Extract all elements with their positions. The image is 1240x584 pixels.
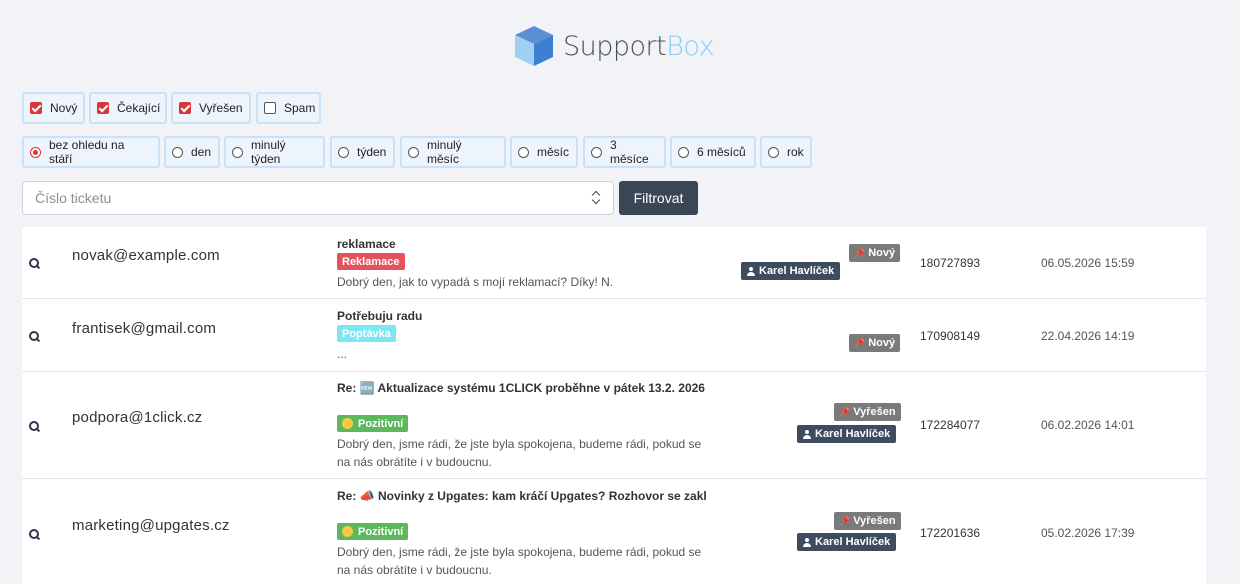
- ticket-email: novak@example.com: [72, 247, 220, 264]
- filter-label: den: [191, 145, 212, 159]
- user-icon: [803, 429, 811, 439]
- ticket-tag: Reklamace: [337, 253, 405, 270]
- radio-icon[interactable]: [591, 146, 602, 158]
- filter-age-minuly-mesic[interactable]: minulý měsíc: [400, 136, 506, 168]
- filter-label: 3 měsíce: [610, 138, 649, 166]
- ticket-tag: Pozitivní: [337, 523, 409, 540]
- ticket-row[interactable]: frantisek@gmail.com Potřebuju radu Poptá…: [22, 299, 1206, 372]
- agent-badge: Karel Havlíček: [741, 262, 841, 280]
- status-badge: 📌 Vyřešen: [834, 403, 901, 421]
- logo: SupportBox: [513, 24, 715, 68]
- ticket-subject[interactable]: Re: 🆕 Aktualizace systému 1CLICK proběhn…: [337, 380, 707, 397]
- stepper-icon[interactable]: [591, 190, 601, 206]
- radio-icon[interactable]: [232, 146, 243, 158]
- ticket-tag: Poptávka: [337, 325, 396, 342]
- ticket-preview: ...: [337, 347, 348, 361]
- checkbox-icon[interactable]: [179, 102, 191, 114]
- filter-age-minuly-tyden[interactable]: minulý týden: [224, 136, 325, 168]
- ticket-preview: Dobrý den, jsme rádi, že jste byla spoko…: [337, 545, 702, 577]
- brand-name: SupportBox: [563, 30, 715, 62]
- status-badge: 📌 Nový: [849, 334, 901, 352]
- filter-age-rok[interactable]: rok: [760, 136, 812, 168]
- ticket-number-input[interactable]: [35, 190, 591, 206]
- filter-label: bez ohledu na stáří: [49, 138, 125, 166]
- ticket-number: 172201636: [920, 526, 981, 540]
- radio-icon[interactable]: [678, 146, 689, 158]
- ticket-date: 06.02.2026 14:01: [1041, 418, 1135, 432]
- ticket-email: podpora@1click.cz: [72, 409, 203, 426]
- filter-status-spam[interactable]: Spam: [256, 92, 321, 124]
- radio-icon[interactable]: [408, 146, 419, 158]
- filter-label: minulý měsíc: [427, 138, 462, 166]
- pin-icon: 📌: [839, 515, 851, 526]
- status-badge: 📌 Nový: [849, 244, 901, 262]
- ticket-number: 170908149: [920, 329, 981, 343]
- ticket-tag: Pozitivní: [337, 415, 409, 432]
- ticket-date: 05.02.2026 17:39: [1041, 526, 1135, 540]
- checkbox-icon[interactable]: [97, 102, 109, 114]
- ticket-row[interactable]: novak@example.com reklamace Reklamace Do…: [22, 227, 1206, 299]
- filter-age-3-mesice[interactable]: 3 měsíce: [583, 136, 666, 168]
- search-icon[interactable]: [29, 258, 41, 270]
- filter-label: minulý týden: [251, 138, 286, 166]
- filter-status-vyresen[interactable]: Vyřešen: [171, 92, 251, 124]
- ticket-number: 172284077: [920, 418, 981, 432]
- ticket-date: 22.04.2026 14:19: [1041, 329, 1135, 343]
- filter-label: rok: [787, 145, 804, 159]
- filter-age-den[interactable]: den: [164, 136, 220, 168]
- pin-icon: 📌: [854, 247, 866, 258]
- radio-icon[interactable]: [338, 146, 349, 158]
- ticket-email: frantisek@gmail.com: [72, 320, 217, 337]
- filter-status-novy[interactable]: Nový: [22, 92, 85, 124]
- ticket-subject[interactable]: Potřebuju radu: [337, 308, 707, 325]
- checkbox-icon[interactable]: [30, 102, 42, 114]
- filter-label: měsíc: [537, 145, 570, 159]
- search-icon[interactable]: [29, 529, 41, 541]
- filter-label: týden: [357, 145, 387, 159]
- ticket-preview: Dobrý den, jsme rádi, že jste byla spoko…: [337, 437, 702, 469]
- search-icon[interactable]: [29, 331, 41, 343]
- smile-icon: [342, 418, 353, 429]
- ticket-preview: Dobrý den, jak to vypadá s mojí reklamac…: [337, 275, 614, 289]
- ticket-subject[interactable]: Re: 📣 Novinky z Upgates: kam kráčí Upgat…: [337, 488, 707, 505]
- ticket-list: novak@example.com reklamace Reklamace Do…: [22, 227, 1206, 584]
- status-badge: 📌 Vyřešen: [834, 512, 901, 530]
- ticket-number-field[interactable]: [22, 181, 614, 215]
- filter-label: Čekající: [117, 101, 161, 115]
- ticket-row[interactable]: podpora@1click.cz Re: 🆕 Aktualizace syst…: [22, 372, 1206, 479]
- filter-status-cekajici[interactable]: Čekající: [89, 92, 167, 124]
- filter-label: Nový: [50, 101, 78, 115]
- filter-age-tyden[interactable]: týden: [330, 136, 395, 168]
- filter-age-mesic[interactable]: měsíc: [510, 136, 578, 168]
- radio-icon[interactable]: [172, 146, 183, 158]
- filter-label: Spam: [284, 101, 316, 115]
- agent-badge: Karel Havlíček: [797, 533, 897, 551]
- pin-icon: 📌: [854, 337, 866, 348]
- search-icon[interactable]: [29, 421, 41, 433]
- smile-icon: [342, 526, 353, 537]
- pin-icon: 📌: [839, 406, 851, 417]
- filter-age-6-mesicu[interactable]: 6 měsíců: [670, 136, 756, 168]
- ticket-email: marketing@upgates.cz: [72, 517, 230, 534]
- radio-icon[interactable]: [768, 146, 779, 158]
- ticket-subject[interactable]: reklamace: [337, 236, 707, 253]
- checkbox-icon[interactable]: [264, 102, 276, 114]
- cube-logo-icon: [515, 26, 553, 66]
- ticket-number: 180727893: [920, 256, 981, 270]
- ticket-row[interactable]: marketing@upgates.cz Re: 📣 Novinky z Upg…: [22, 479, 1206, 584]
- filter-age-any[interactable]: bez ohledu na stáří: [22, 136, 160, 168]
- filter-button[interactable]: Filtrovat: [619, 181, 698, 215]
- radio-icon[interactable]: [518, 146, 529, 158]
- user-icon: [803, 537, 811, 547]
- ticket-date: 06.05.2026 15:59: [1041, 256, 1135, 270]
- filter-label: 6 měsíců: [697, 145, 746, 159]
- radio-icon[interactable]: [30, 146, 41, 158]
- user-icon: [747, 266, 755, 276]
- filter-label: Vyřešen: [199, 101, 243, 115]
- agent-badge: Karel Havlíček: [797, 425, 897, 443]
